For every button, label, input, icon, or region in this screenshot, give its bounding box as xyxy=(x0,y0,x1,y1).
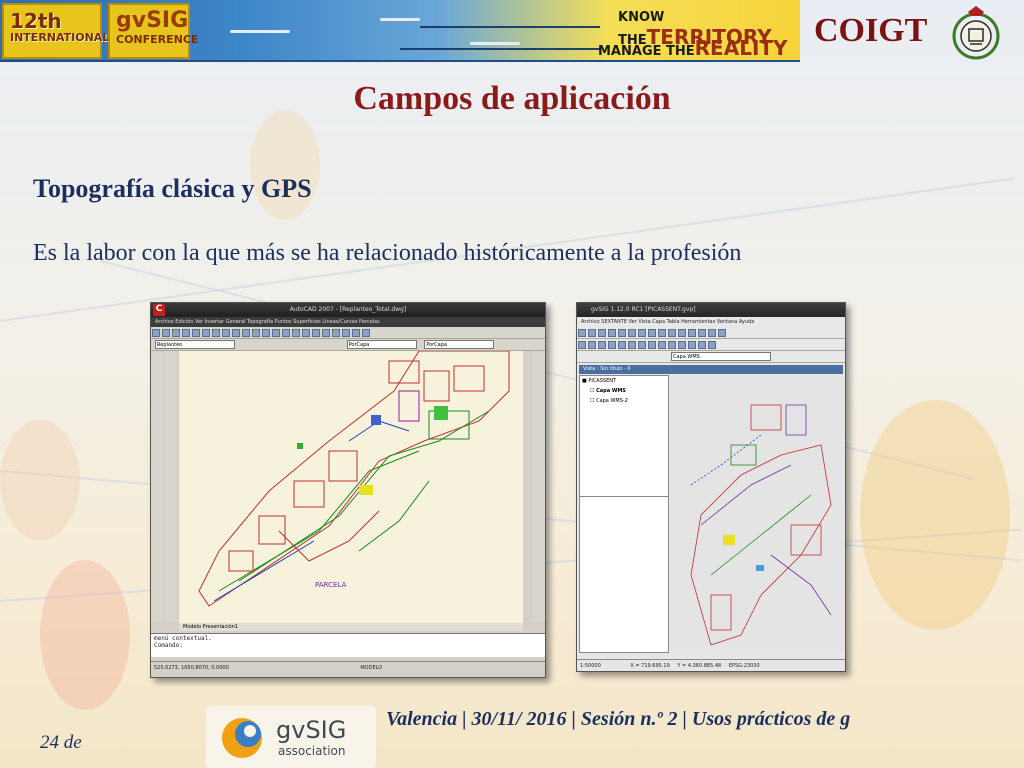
autocad-properties-toolbar[interactable]: Replanteo PorCapa PorCapa xyxy=(151,339,545,351)
toc-layer-item[interactable]: ☐ Capa WMS xyxy=(590,388,666,394)
gvsig-menu-bar[interactable]: Archivo SEXTANTE Ver Vista Capa Tabla He… xyxy=(577,317,845,327)
modify-toolbar[interactable] xyxy=(165,351,177,621)
cursor-coordinates: 525.0273, 1050.8070, 0.0000 xyxy=(154,665,229,671)
plane-icon xyxy=(380,18,420,21)
slide-subtitle: Topografía clásica y GPS xyxy=(33,174,312,203)
gvsig-map-canvas[interactable] xyxy=(671,375,843,653)
autocad-toolbar[interactable] xyxy=(151,327,545,339)
linetype-select[interactable]: PorCapa xyxy=(424,340,495,349)
svg-text:PARCELA: PARCELA xyxy=(315,581,346,589)
autocad-title-bar: AutoCAD 2007 - [Replanteo_Total.dwg] xyxy=(151,303,545,317)
gvsig-badge-name: gvSIG xyxy=(116,8,189,33)
cad-drawing: PARCELA xyxy=(198,351,510,607)
autocad-logo-icon: C xyxy=(153,304,165,316)
toc-layer-label: Capa WMS-2 xyxy=(596,398,628,404)
gvsig-conference-badge: gvSIG CONFERENCE xyxy=(108,3,199,59)
active-layer-select[interactable]: Capa WMS xyxy=(671,352,771,361)
table-of-contents[interactable]: ■ PICASSENT ☐ Capa WMS ☐ Capa WMS-2 xyxy=(579,375,669,653)
command-history: menú contextual. xyxy=(154,635,212,642)
edition-badge: 12th INTERNATIONAL xyxy=(2,3,110,59)
layer-select[interactable]: Replanteo xyxy=(155,340,235,349)
plane-icon xyxy=(230,30,290,33)
tagline-manage: MANAGE THE xyxy=(598,44,695,59)
draw-toolbar[interactable] xyxy=(151,351,163,621)
toc-layer-item[interactable]: ☐ Capa WMS-2 xyxy=(590,398,666,404)
autocad-drawing-canvas[interactable]: PARCELA xyxy=(179,351,523,623)
plane-icon xyxy=(470,42,520,45)
map-projection: EPSG:23030 xyxy=(728,663,760,669)
gvsig-layer-toolbar[interactable]: Capa WMS xyxy=(577,351,845,363)
gvsig-association-logo: gvSIG association xyxy=(206,706,376,768)
command-line[interactable]: menú contextual. Comando: xyxy=(151,633,545,657)
org-name: COIGT xyxy=(814,12,928,49)
badge-edition: 12th xyxy=(10,9,62,33)
logo-subtitle: association xyxy=(278,744,346,758)
gvsig-toolbar-2[interactable] xyxy=(577,339,845,351)
gvsig-status-bar: 1:50000 X = 719.695.19 Y = 4.360.885.48 … xyxy=(577,659,845,671)
page-number: 24 de xyxy=(40,732,82,753)
toc-layer-label: Capa WMS xyxy=(596,388,626,394)
gvsig-title-bar: gvSIG 1.12.0 RC1 [PICASSENT.gvp] xyxy=(577,303,845,317)
view-window-title: Vista : Sin título - 0 xyxy=(579,365,843,374)
crest-icon xyxy=(952,6,1000,60)
footer-session-info: Valencia | 30/11/ 2016 | Sesión n.º 2 | … xyxy=(386,708,851,730)
color-select[interactable]: PorCapa xyxy=(346,340,417,349)
map-y-coordinate: Y = 4.360.885.48 xyxy=(677,663,722,669)
banner-tagline: KNOW THETERRITORY MANAGE THEREALITY xyxy=(596,4,800,60)
right-toolbar[interactable] xyxy=(533,351,545,621)
gvsig-badge-label: CONFERENCE xyxy=(116,33,199,46)
toc-root[interactable]: ■ PICASSENT xyxy=(582,378,666,384)
command-prompt: Comando: xyxy=(154,642,183,649)
gvsig-toolbar-1[interactable] xyxy=(577,327,845,339)
autocad-screenshot: AutoCAD 2007 - [Replanteo_Total.dwg] C A… xyxy=(150,302,546,678)
tagline-reality: REALITY xyxy=(694,36,788,60)
map-scale: 1:50000 xyxy=(580,663,601,669)
badge-label: INTERNATIONAL xyxy=(10,31,110,44)
map-x-coordinate: X = 719.695.19 xyxy=(630,663,670,669)
toc-root-label: PICASSENT xyxy=(588,378,617,384)
layout-tabs[interactable]: Modelo Presentación1 xyxy=(179,623,523,631)
slide-title: Campos de aplicación xyxy=(353,80,671,117)
autocad-status-bar: 525.0273, 1050.8070, 0.0000 MODELO xyxy=(151,661,545,673)
model-mode-button[interactable]: MODELO xyxy=(360,665,382,671)
slide-body: Es la labor con la que más se ha relacio… xyxy=(33,240,742,266)
gvsig-logo-icon xyxy=(222,718,262,758)
conference-banner: 12th INTERNATIONAL gvSIG CONFERENCE KNOW… xyxy=(0,0,800,62)
logo-name: gvSIG xyxy=(276,716,347,744)
map-drawing xyxy=(690,404,832,646)
autocad-menu-bar[interactable]: Archivo Edición Ver Insertar General Top… xyxy=(151,317,545,327)
gvsig-screenshot: gvSIG 1.12.0 RC1 [PICASSENT.gvp] Archivo… xyxy=(576,302,846,672)
